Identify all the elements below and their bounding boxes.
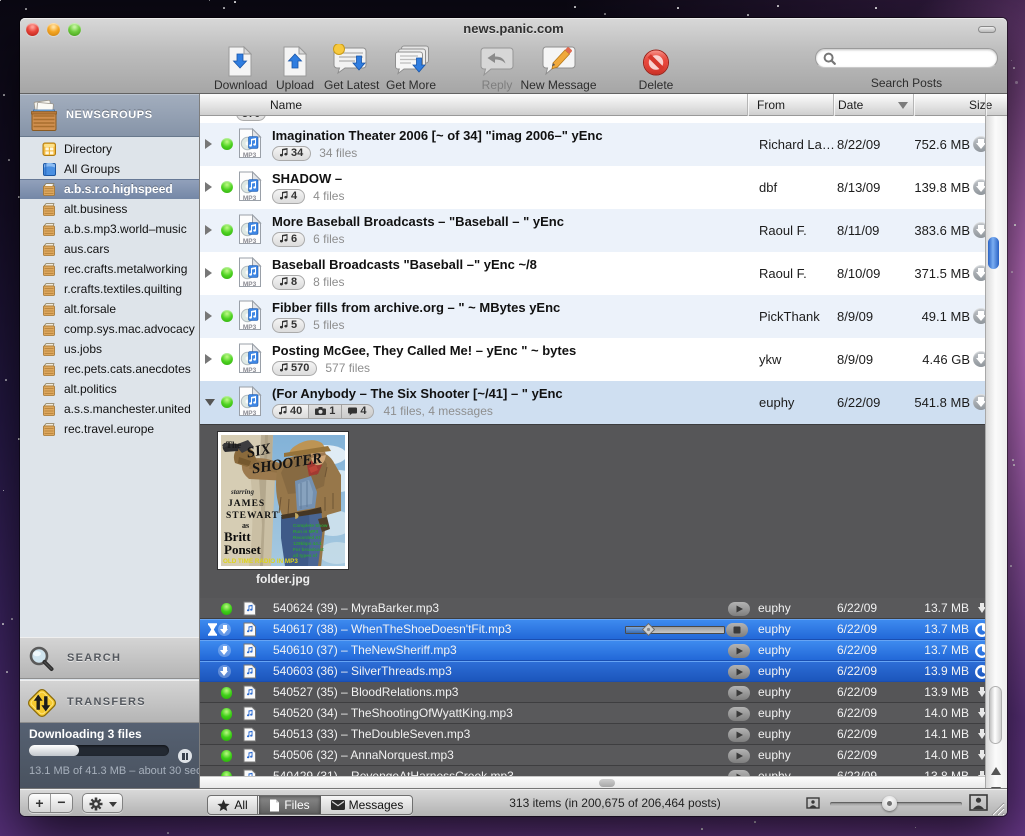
svg-text:Complete Show: Complete Show (293, 523, 328, 528)
svg-text:JAMES: JAMES (228, 499, 265, 509)
svg-text:OLD TIME RADIO IN MP3: OLD TIME RADIO IN MP3 (223, 558, 298, 565)
svg-text:starring: starring (230, 488, 254, 496)
svg-text:STEWART: STEWART (226, 511, 279, 521)
svg-text:MP3: MP3 (243, 238, 257, 245)
svg-text:MP3: MP3 (243, 367, 257, 374)
svg-text:The: The (226, 440, 241, 450)
svg-text:Run in MP3: Run in MP3 (293, 529, 318, 534)
svg-text:all types of: all types of (293, 553, 317, 558)
svg-text:Ponset: Ponset (224, 542, 262, 557)
svg-text:MP3: MP3 (243, 410, 257, 417)
svg-text:MP3: MP3 (243, 152, 257, 159)
svg-text:128kbps 44.1: 128kbps 44.1 (293, 541, 322, 546)
svg-text:For broadcast: For broadcast (293, 547, 324, 552)
svg-text:MP3: MP3 (243, 195, 257, 202)
svg-text:MP3: MP3 (243, 324, 257, 331)
svg-text:MP3: MP3 (243, 281, 257, 288)
svg-text:Recorded At: Recorded At (293, 535, 321, 540)
